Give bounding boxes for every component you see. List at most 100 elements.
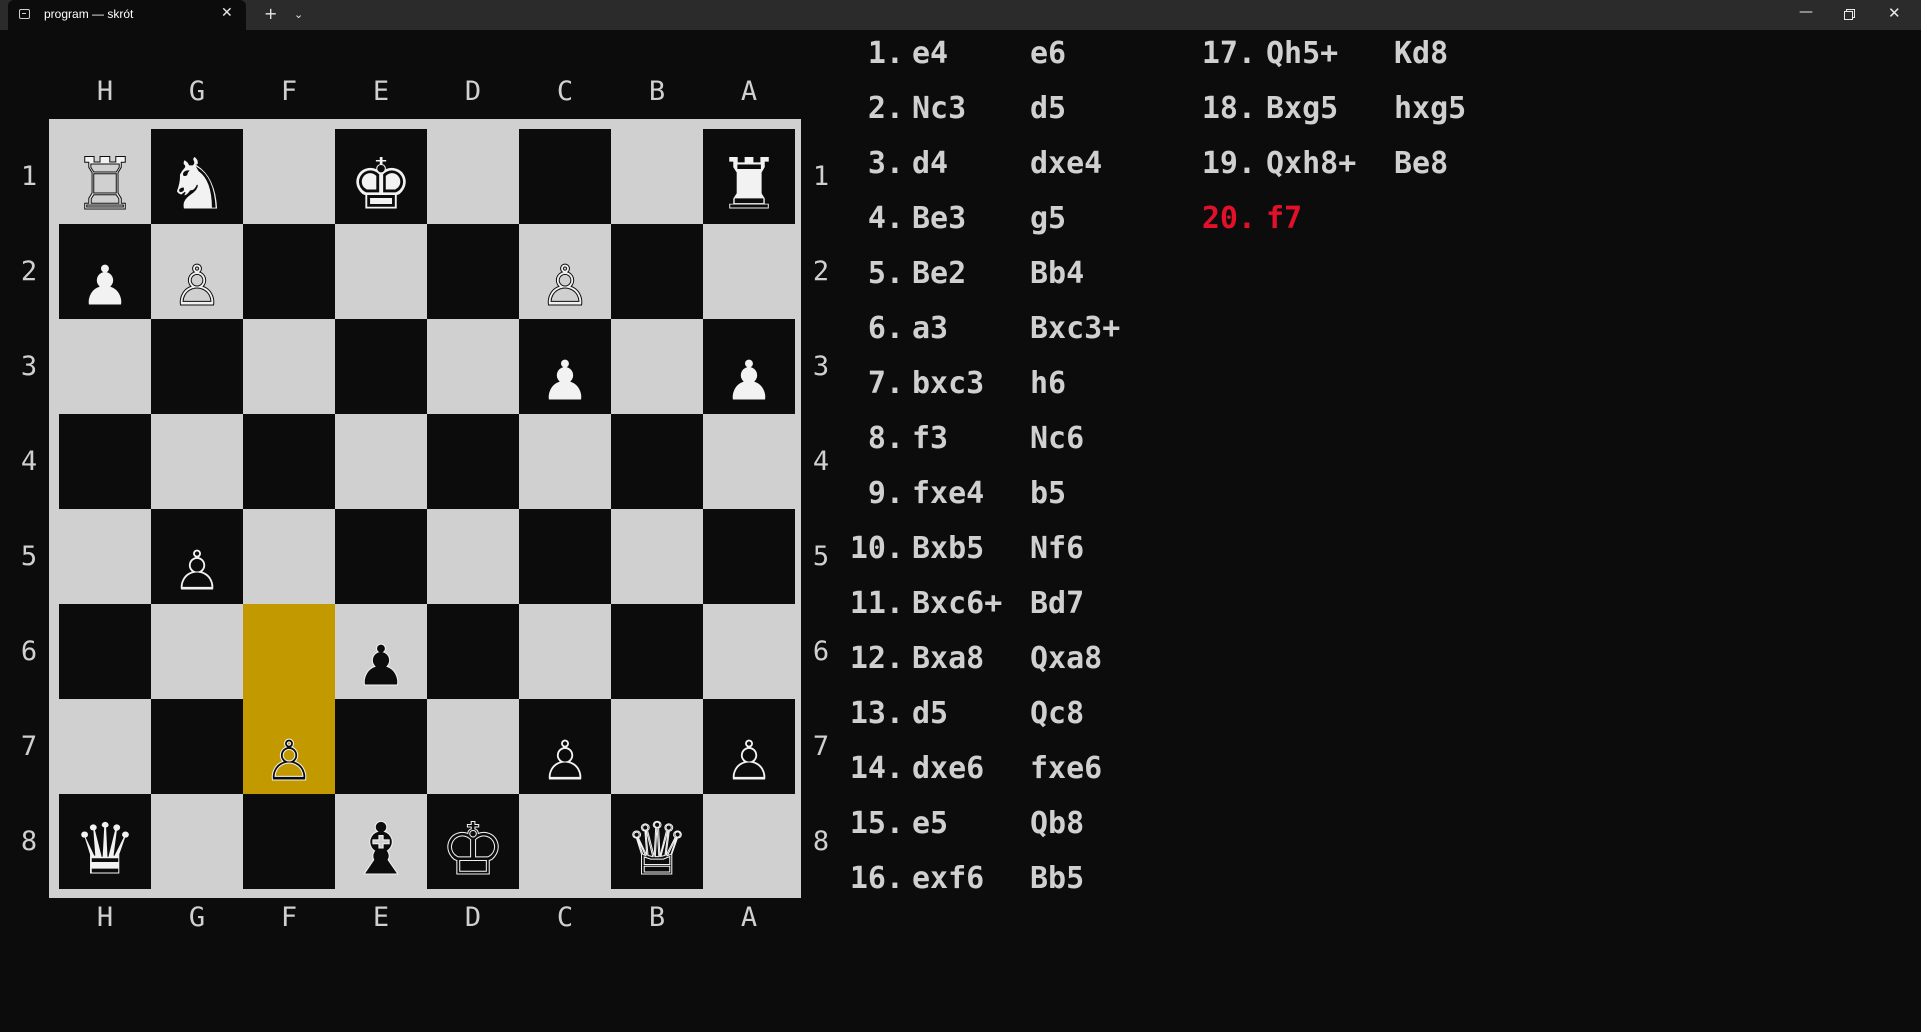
rank-label-left: 7 (20, 730, 38, 762)
square-c6[interactable] (519, 604, 611, 699)
square-b4[interactable] (611, 414, 703, 509)
white-move: dxe6 (912, 751, 985, 786)
square-c5[interactable] (519, 509, 611, 604)
white-pawn-icon[interactable]: ♙ (519, 733, 611, 790)
white-move: Bxb5 (912, 531, 985, 566)
white-pawn-icon[interactable]: ♙ (151, 258, 243, 315)
chess-board: ♖ ♞ ♚ ♜ ♟ ♙ ♙ ♟ ♟ ♙ ♟ ♙ ♙ ♙ ♛ ♝ ♔ ♕ (59, 129, 795, 889)
file-label-top: E (372, 76, 390, 107)
black-bishop-icon[interactable]: ♝ (335, 813, 427, 886)
square-a6[interactable] (703, 604, 795, 699)
square-c4[interactable] (519, 414, 611, 509)
close-window-button[interactable]: ✕ (1888, 4, 1901, 22)
black-move: Bb5 (1030, 861, 1085, 896)
square-h3[interactable] (59, 319, 151, 414)
restore-button[interactable] (1844, 9, 1855, 20)
move-number: 14. (849, 751, 904, 786)
tab-title: program — skrót (44, 7, 134, 21)
file-label-top: D (464, 76, 482, 107)
square-h5[interactable] (59, 509, 151, 604)
white-knight-icon[interactable]: ♞ (151, 148, 243, 221)
black-king-icon[interactable]: ♔ (427, 813, 519, 886)
white-pawn-icon[interactable]: ♙ (519, 258, 611, 315)
black-move: hxg5 (1394, 91, 1467, 126)
move-number: 18. (1201, 91, 1256, 126)
square-e4[interactable] (335, 414, 427, 509)
white-king-icon[interactable]: ♚ (335, 148, 427, 221)
square-h7[interactable] (59, 699, 151, 794)
square-b7[interactable] (611, 699, 703, 794)
square-d1[interactable] (427, 129, 519, 224)
chevron-down-icon[interactable]: ⌄ (294, 8, 303, 21)
square-f3[interactable] (243, 319, 335, 414)
file-label-bottom: B (648, 902, 666, 933)
square-b5[interactable] (611, 509, 703, 604)
white-pawn-icon[interactable]: ♟ (703, 353, 795, 410)
square-e5[interactable] (335, 509, 427, 604)
square-a5[interactable] (703, 509, 795, 604)
black-queen-icon[interactable]: ♕ (611, 813, 703, 886)
black-move: fxe6 (1030, 751, 1103, 786)
square-a8[interactable] (703, 794, 795, 889)
square-b3[interactable] (611, 319, 703, 414)
square-g4[interactable] (151, 414, 243, 509)
rank-label-left: 5 (20, 540, 38, 572)
white-move: f3 (912, 421, 949, 456)
square-e2[interactable] (335, 224, 427, 319)
move-number: 10. (849, 531, 904, 566)
white-pawn-icon[interactable]: ♟ (59, 258, 151, 315)
square-e7[interactable] (335, 699, 427, 794)
square-c8[interactable] (519, 794, 611, 889)
white-rook-icon[interactable]: ♖ (59, 148, 151, 221)
square-f2[interactable] (243, 224, 335, 319)
current-move-number: 20. (1201, 201, 1256, 236)
file-label-top: G (188, 76, 206, 107)
square-f1[interactable] (243, 129, 335, 224)
square-c1[interactable] (519, 129, 611, 224)
tab-active[interactable]: program — skrót ✕ (8, 0, 246, 30)
square-d5[interactable] (427, 509, 519, 604)
file-label-bottom: E (372, 902, 390, 933)
square-b2[interactable] (611, 224, 703, 319)
white-queen-icon[interactable]: ♛ (59, 813, 151, 886)
close-tab-icon[interactable]: ✕ (221, 5, 233, 21)
square-f6[interactable] (243, 604, 335, 699)
white-rook-icon[interactable]: ♜ (703, 148, 795, 221)
black-pawn-icon[interactable]: ♟ (335, 638, 427, 695)
move-number: 3. (867, 146, 904, 181)
black-pawn-icon[interactable]: ♙ (243, 733, 335, 790)
square-h4[interactable] (59, 414, 151, 509)
square-g7[interactable] (151, 699, 243, 794)
square-g8[interactable] (151, 794, 243, 889)
square-a2[interactable] (703, 224, 795, 319)
title-bar: program — skrót ✕ + ⌄ — ✕ (0, 0, 1921, 30)
square-f5[interactable] (243, 509, 335, 604)
white-pawn-icon[interactable]: ♙ (151, 543, 243, 600)
square-f8[interactable] (243, 794, 335, 889)
square-d4[interactable] (427, 414, 519, 509)
white-move: Qh5+ (1266, 36, 1339, 71)
black-move: Qb8 (1030, 806, 1085, 841)
white-move: e5 (912, 806, 949, 841)
square-g3[interactable] (151, 319, 243, 414)
move-number: 11. (849, 586, 904, 621)
square-h6[interactable] (59, 604, 151, 699)
square-b6[interactable] (611, 604, 703, 699)
minimize-button[interactable]: — (1799, 4, 1813, 20)
white-pawn-icon[interactable]: ♙ (703, 733, 795, 790)
file-label-top: C (556, 76, 574, 107)
square-a4[interactable] (703, 414, 795, 509)
square-d6[interactable] (427, 604, 519, 699)
square-b1[interactable] (611, 129, 703, 224)
square-f4[interactable] (243, 414, 335, 509)
black-move: Bd7 (1030, 586, 1085, 621)
file-label-top: B (648, 76, 666, 107)
square-d3[interactable] (427, 319, 519, 414)
square-e3[interactable] (335, 319, 427, 414)
white-pawn-icon[interactable]: ♟ (519, 353, 611, 410)
square-g6[interactable] (151, 604, 243, 699)
square-d2[interactable] (427, 224, 519, 319)
rank-label-left: 8 (20, 825, 38, 857)
square-d7[interactable] (427, 699, 519, 794)
new-tab-button[interactable]: + (264, 4, 277, 23)
